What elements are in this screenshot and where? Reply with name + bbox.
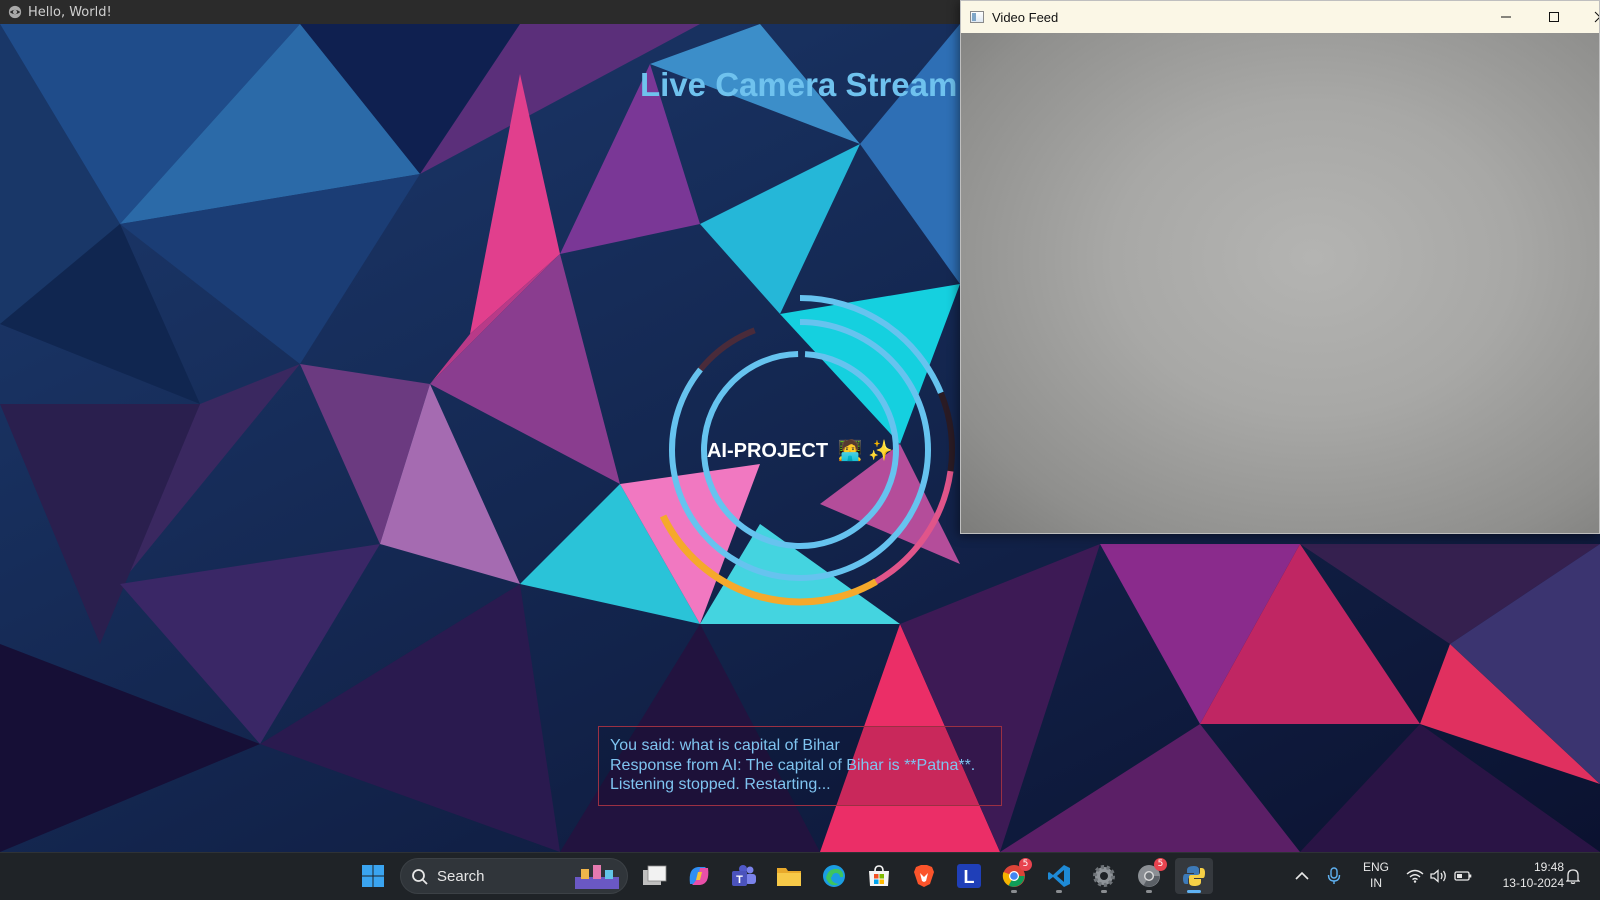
file-explorer-button[interactable] [770,858,808,894]
python-icon [1183,866,1205,886]
show-hidden-icons-button[interactable] [1290,852,1314,900]
vscode-button[interactable] [1040,858,1078,894]
chrome-profile-button[interactable]: 5 [1130,858,1168,894]
region-code: IN [1370,876,1382,890]
battery-button[interactable] [1452,852,1474,900]
running-indicator [1011,890,1017,893]
microphone-button[interactable] [1322,852,1346,900]
language-code: ENG [1362,860,1389,874]
svg-text:L: L [964,867,975,887]
clock-time: 19:48 [1533,860,1564,874]
running-indicator [1146,890,1152,893]
chrome-notification-badge: 5 [1019,858,1032,871]
video-titlebar[interactable]: Video Feed [961,1,1599,33]
minimize-button[interactable] [1483,1,1529,33]
chevron-up-icon [1295,871,1309,880]
maximize-button[interactable] [1531,1,1577,33]
profile-notification-badge: 5 [1154,858,1167,871]
log-line-user: You said: what is capital of Bihar [610,737,840,754]
microsoft-store-button[interactable] [860,858,898,894]
log-line-status: Listening stopped. Restarting... [610,776,831,793]
file-explorer-icon [777,868,801,886]
close-icon [1594,11,1599,23]
minimize-icon [1501,16,1511,18]
taskbar-search-box[interactable]: Search [400,858,628,894]
ai-project-text: AI-PROJECT [706,440,829,462]
video-feed-window: Video Feed [960,0,1600,534]
globe-icon [8,5,22,19]
l-app-icon: L [957,864,981,888]
microsoft-store-icon [869,865,889,886]
python-button[interactable] [1175,858,1213,894]
running-indicator [1101,890,1107,893]
ai-project-label: AI-PROJECT 🧑‍💻 ✨ [700,438,900,463]
maximize-icon [1549,12,1559,22]
microphone-icon [1327,867,1341,884]
vscode-icon [1048,865,1070,887]
search-highlight-art [575,865,619,889]
settings-button[interactable] [1085,858,1123,894]
start-button[interactable] [354,858,392,894]
edge-button[interactable] [815,858,853,894]
teams-icon: T [732,865,756,886]
volume-icon [1430,869,1446,883]
battery-icon [1454,871,1472,881]
technologist-sparkles-emoji: 🧑‍💻 ✨ [837,440,894,462]
running-indicator [1056,890,1062,893]
video-window-title: Video Feed [992,9,1059,25]
brave-button[interactable] [905,858,943,894]
close-button[interactable] [1577,1,1599,33]
chrome-button[interactable]: 5 [995,858,1033,894]
log-line-response: Response from AI: The capital of Bihar i… [610,756,976,774]
camera-video-frame [961,33,1599,533]
wifi-icon [1406,869,1424,883]
brave-icon [914,865,934,887]
copilot-icon [689,867,709,885]
notifications-button[interactable] [1560,852,1586,900]
windows-start-icon [362,865,384,887]
language-indicator[interactable]: ENG IN [1356,859,1396,891]
teams-button[interactable]: T [725,858,763,894]
settings-icon [1093,865,1115,887]
window-app-icon [970,11,984,23]
l-app-button[interactable]: L [950,858,988,894]
app-title: Hello, World! [28,4,112,20]
page-heading: Live Camera Stream [640,66,958,103]
copilot-button[interactable] [680,858,718,894]
wifi-button[interactable] [1404,852,1426,900]
search-placeholder: Search [437,868,485,885]
svg-text:T: T [736,874,743,886]
notification-bell-icon [1566,869,1580,884]
search-icon [412,869,428,885]
clock-date: 13-10-2024 [1502,876,1564,890]
clock[interactable]: 19:48 13-10-2024 [1484,859,1564,891]
active-indicator [1187,890,1201,893]
conversation-log: You said: what is capital of Bihar Respo… [598,726,1002,806]
volume-button[interactable] [1428,852,1450,900]
task-view-button[interactable] [636,858,674,894]
task-view-icon [643,865,667,885]
edge-icon [823,865,845,887]
